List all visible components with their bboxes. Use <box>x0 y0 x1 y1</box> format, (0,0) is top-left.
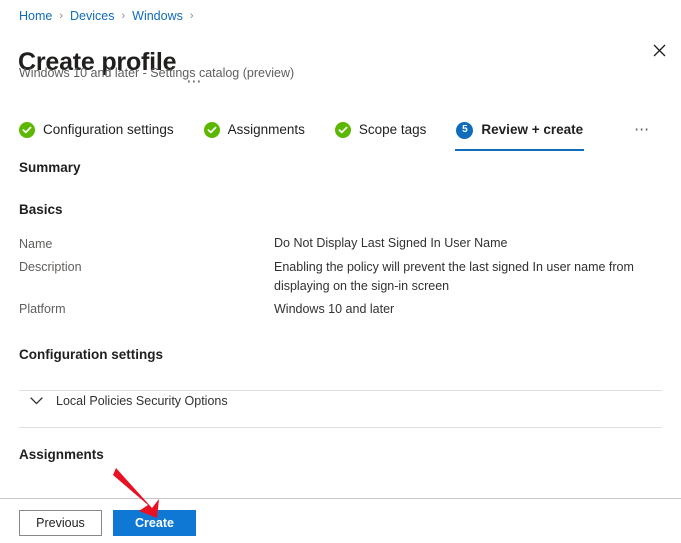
page-subtitle: Windows 10 and later - Settings catalog … <box>19 66 295 80</box>
tab-label: Configuration settings <box>43 122 174 137</box>
close-icon <box>653 44 665 56</box>
basics-row-label-name: Name <box>19 237 53 251</box>
breadcrumb: Home › Devices › Windows › <box>19 8 201 24</box>
basics-row-value-name: Do Not Display Last Signed In User Name <box>274 236 508 250</box>
footer-command-bar: Previous Create <box>19 510 196 536</box>
breadcrumb-item-devices[interactable]: Devices <box>70 8 114 24</box>
create-profile-blade: Home › Devices › Windows › Create profil… <box>0 0 681 543</box>
tab-scope-tags[interactable]: Scope tags <box>334 112 428 148</box>
check-circle-icon <box>203 122 220 138</box>
page-title-row: Create profile ⋯ <box>18 30 203 94</box>
wizard-tabs: Configuration settings Assignments Scope… <box>18 112 651 151</box>
summary-heading: Summary <box>19 160 81 175</box>
tab-label: Assignments <box>227 122 305 137</box>
divider <box>19 427 662 428</box>
close-button[interactable] <box>645 36 673 64</box>
assignments-heading: Assignments <box>19 447 104 462</box>
breadcrumb-separator: › <box>189 10 194 22</box>
chevron-down-icon <box>30 397 43 405</box>
breadcrumb-separator: › <box>121 10 126 22</box>
configuration-settings-heading: Configuration settings <box>19 347 163 362</box>
breadcrumb-item-windows[interactable]: Windows <box>132 8 183 24</box>
breadcrumb-item-home[interactable]: Home <box>19 8 52 24</box>
create-button[interactable]: Create <box>113 510 196 536</box>
basics-heading: Basics <box>19 202 63 217</box>
footer-divider <box>0 498 681 499</box>
breadcrumb-separator: › <box>59 10 64 22</box>
basics-row-value-description: Enabling the policy will prevent the las… <box>274 260 634 293</box>
check-circle-icon <box>334 122 351 138</box>
previous-button[interactable]: Previous <box>19 510 102 536</box>
tab-label: Review + create <box>481 122 584 137</box>
tabs-overflow-icon[interactable]: ⋯ <box>634 122 651 137</box>
tab-configuration-settings[interactable]: Configuration settings <box>18 112 175 148</box>
step-number-badge: 5 <box>456 121 474 139</box>
basics-row-label-platform: Platform <box>19 302 66 316</box>
tab-review-create[interactable]: 5 Review + create <box>455 112 584 151</box>
tab-assignments[interactable]: Assignments <box>203 112 306 148</box>
tab-label: Scope tags <box>358 122 427 137</box>
settings-group-local-policies-security-options[interactable]: Local Policies Security Options <box>30 390 228 412</box>
basics-row-value-platform: Windows 10 and later <box>274 302 395 316</box>
basics-row-label-description: Description <box>19 260 82 274</box>
check-circle-icon <box>19 122 35 138</box>
settings-group-label: Local Policies Security Options <box>56 394 228 408</box>
